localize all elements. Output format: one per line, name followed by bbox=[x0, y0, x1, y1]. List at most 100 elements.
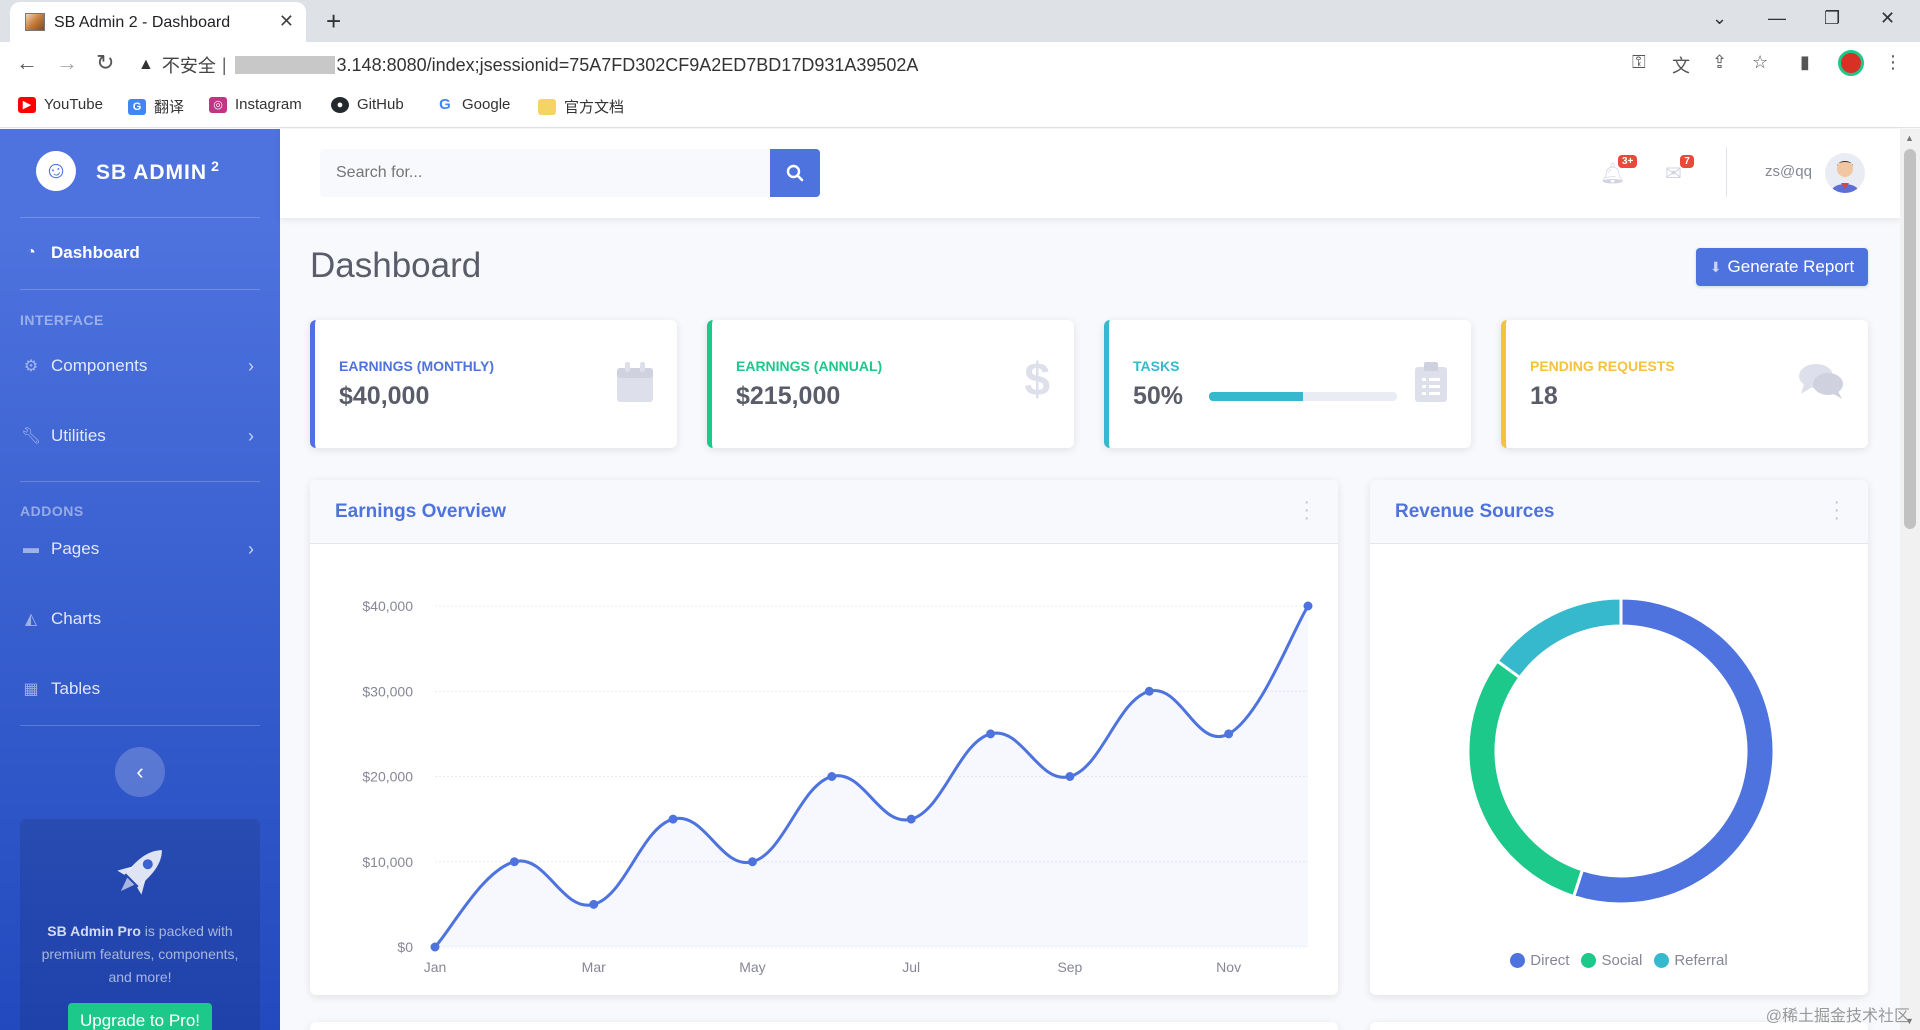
reload-icon[interactable]: ↻ bbox=[96, 50, 114, 76]
data-point[interactable] bbox=[668, 814, 678, 824]
bookmark-instagram[interactable]: ◎ Instagram bbox=[209, 96, 302, 113]
generate-report-label: Generate Report bbox=[1727, 257, 1855, 276]
data-point[interactable] bbox=[1303, 601, 1313, 611]
revenue-donut-chart bbox=[1466, 596, 1776, 906]
sidebar-item-tables[interactable]: ▦ Tables bbox=[20, 674, 260, 704]
y-tick-label: $20,000 bbox=[362, 769, 413, 785]
data-point[interactable] bbox=[430, 942, 440, 952]
topbar: 🔔︎ 3+ ✉ 7 zs@qq bbox=[280, 129, 1900, 218]
bookmark-google[interactable]: G Google bbox=[436, 96, 510, 113]
chevron-right-icon: › bbox=[248, 355, 254, 376]
donut-slice-referral[interactable] bbox=[1495, 596, 1623, 680]
ellipsis-vertical-icon[interactable]: · · · bbox=[1303, 492, 1310, 528]
sidebar: ☺ SB ADMIN 2 ◔ Dashboard INTERFACE ⚙ Comp… bbox=[0, 129, 280, 1030]
comments-icon bbox=[1798, 362, 1844, 410]
url-field[interactable]: ▲ 不安全 | 3.148:8080/index;jsessionid=75A7… bbox=[138, 50, 918, 80]
sidebar-item-pages[interactable]: ▬ Pages › bbox=[20, 534, 260, 564]
legend-item-direct[interactable]: Direct bbox=[1510, 952, 1569, 969]
bookmark-translate[interactable]: G 翻译 bbox=[128, 96, 184, 117]
brand-text: SB ADMIN 2 bbox=[96, 158, 220, 185]
tab-search-icon[interactable]: ⌄ bbox=[1712, 8, 1727, 29]
share-icon[interactable]: ⇪ bbox=[1712, 52, 1727, 73]
donut-slice-direct[interactable] bbox=[1571, 596, 1776, 906]
promo-bold: SB Admin Pro bbox=[47, 923, 141, 939]
legend-item-social[interactable]: Social bbox=[1581, 952, 1642, 969]
translate-page-icon[interactable]: 文 bbox=[1672, 52, 1690, 78]
bookmark-docs-folder[interactable]: 官方文档 bbox=[538, 96, 624, 117]
warning-icon: ▲ bbox=[138, 56, 154, 73]
restore-icon[interactable]: ❐ bbox=[1824, 8, 1840, 29]
data-point[interactable] bbox=[1224, 729, 1234, 739]
generate-report-button[interactable]: ⬇ Generate Report bbox=[1696, 248, 1868, 286]
upgrade-button[interactable]: Upgrade to Pro! bbox=[67, 1003, 212, 1030]
stat-label: EARNINGS (MONTHLY) bbox=[339, 358, 495, 374]
sidebar-item-dashboard[interactable]: ◔ Dashboard bbox=[20, 238, 260, 268]
sidebar-item-components[interactable]: ⚙ Components › bbox=[20, 351, 260, 381]
wrench-icon: 🔧︎ bbox=[20, 428, 42, 445]
instagram-icon: ◎ bbox=[209, 96, 227, 113]
page-scrollbar[interactable]: ▲ ▼ bbox=[1900, 129, 1920, 1030]
back-icon[interactable]: ← bbox=[16, 50, 38, 76]
key-icon[interactable]: ⚿ bbox=[1632, 52, 1646, 73]
brand-version: 2 bbox=[211, 157, 220, 174]
ellipsis-vertical-icon[interactable]: · · · bbox=[1833, 492, 1840, 528]
avatar[interactable] bbox=[1825, 153, 1865, 193]
legend-dot bbox=[1510, 953, 1526, 968]
scroll-up-icon[interactable]: ▲ bbox=[1905, 133, 1914, 143]
menu-kebab-icon[interactable]: ⋮ bbox=[1884, 52, 1902, 73]
legend-label: Referral bbox=[1674, 952, 1728, 969]
sidebar-promo-card: SB Admin Pro is packed with premium feat… bbox=[20, 819, 260, 1030]
bookmark-youtube[interactable]: ▶ YouTube bbox=[18, 96, 103, 113]
user-avatar-icon bbox=[1831, 161, 1859, 193]
search-input[interactable] bbox=[320, 149, 770, 197]
data-point[interactable] bbox=[986, 729, 996, 739]
folder-icon bbox=[538, 98, 556, 115]
messages-dropdown[interactable]: ✉ 7 bbox=[1665, 155, 1694, 186]
favicon-icon bbox=[25, 13, 45, 31]
stat-label: EARNINGS (ANNUAL) bbox=[736, 358, 883, 374]
sidebar-item-utilities[interactable]: 🔧︎ Utilities › bbox=[20, 421, 260, 451]
data-point[interactable] bbox=[747, 857, 757, 867]
sidebar-brand[interactable]: ☺ SB ADMIN 2 bbox=[31, 146, 220, 196]
search-button[interactable] bbox=[770, 149, 820, 197]
sidebar-toggle-button[interactable]: ‹ bbox=[115, 747, 165, 797]
tab-close-icon[interactable]: ✕ bbox=[279, 11, 294, 32]
donut-slice-social[interactable] bbox=[1466, 658, 1585, 899]
folder-icon: ▬ bbox=[23, 540, 39, 557]
legend-item-referral[interactable]: Referral bbox=[1654, 952, 1728, 969]
close-window-icon[interactable]: ✕ bbox=[1880, 8, 1895, 29]
minimize-icon[interactable]: — bbox=[1768, 8, 1786, 29]
bookmark-star-icon[interactable]: ☆ bbox=[1752, 52, 1768, 73]
user-name[interactable]: zs@qq bbox=[1765, 163, 1812, 180]
bookmark-label: 翻译 bbox=[154, 99, 185, 116]
watermark-text: @稀土掘金技术社区 bbox=[1765, 1008, 1910, 1025]
data-point[interactable] bbox=[906, 814, 916, 824]
forward-icon[interactable]: → bbox=[56, 50, 78, 76]
sidepanel-icon[interactable]: ▮ bbox=[1800, 52, 1810, 73]
scroll-thumb[interactable] bbox=[1904, 149, 1916, 529]
data-point[interactable] bbox=[1144, 686, 1154, 696]
tab-title: SB Admin 2 - Dashboard bbox=[54, 14, 231, 31]
data-point[interactable] bbox=[827, 772, 837, 781]
topbar-divider bbox=[1726, 147, 1727, 197]
next-card-edge bbox=[310, 1022, 1338, 1030]
bookmark-label: GitHub bbox=[357, 96, 404, 113]
sidebar-item-label: Tables bbox=[51, 679, 101, 698]
profile-icon[interactable] bbox=[1838, 50, 1864, 76]
envelope-icon: ✉ bbox=[1665, 163, 1682, 185]
sidebar-item-label: Dashboard bbox=[51, 243, 140, 262]
browser-tab[interactable]: SB Admin 2 - Dashboard ✕ bbox=[10, 2, 306, 42]
data-point[interactable] bbox=[589, 899, 599, 909]
data-point[interactable] bbox=[1065, 772, 1075, 781]
new-tab-button[interactable]: + bbox=[326, 6, 341, 37]
sidebar-item-label: Utilities bbox=[51, 426, 106, 445]
x-tick-label: May bbox=[739, 959, 765, 975]
area-chart-icon: ◭ bbox=[24, 611, 38, 628]
brand-name: SB ADMIN bbox=[96, 160, 208, 184]
alerts-dropdown[interactable]: 🔔︎ 3+ bbox=[1600, 155, 1638, 186]
revenue-sources-card: Revenue Sources · · · Direct Social Referr… bbox=[1370, 480, 1868, 995]
bookmark-github[interactable]: ● GitHub bbox=[331, 96, 404, 113]
data-point[interactable] bbox=[509, 857, 519, 867]
sidebar-item-charts[interactable]: ◭ Charts bbox=[20, 604, 260, 634]
sidebar-heading-interface: INTERFACE bbox=[20, 312, 104, 328]
